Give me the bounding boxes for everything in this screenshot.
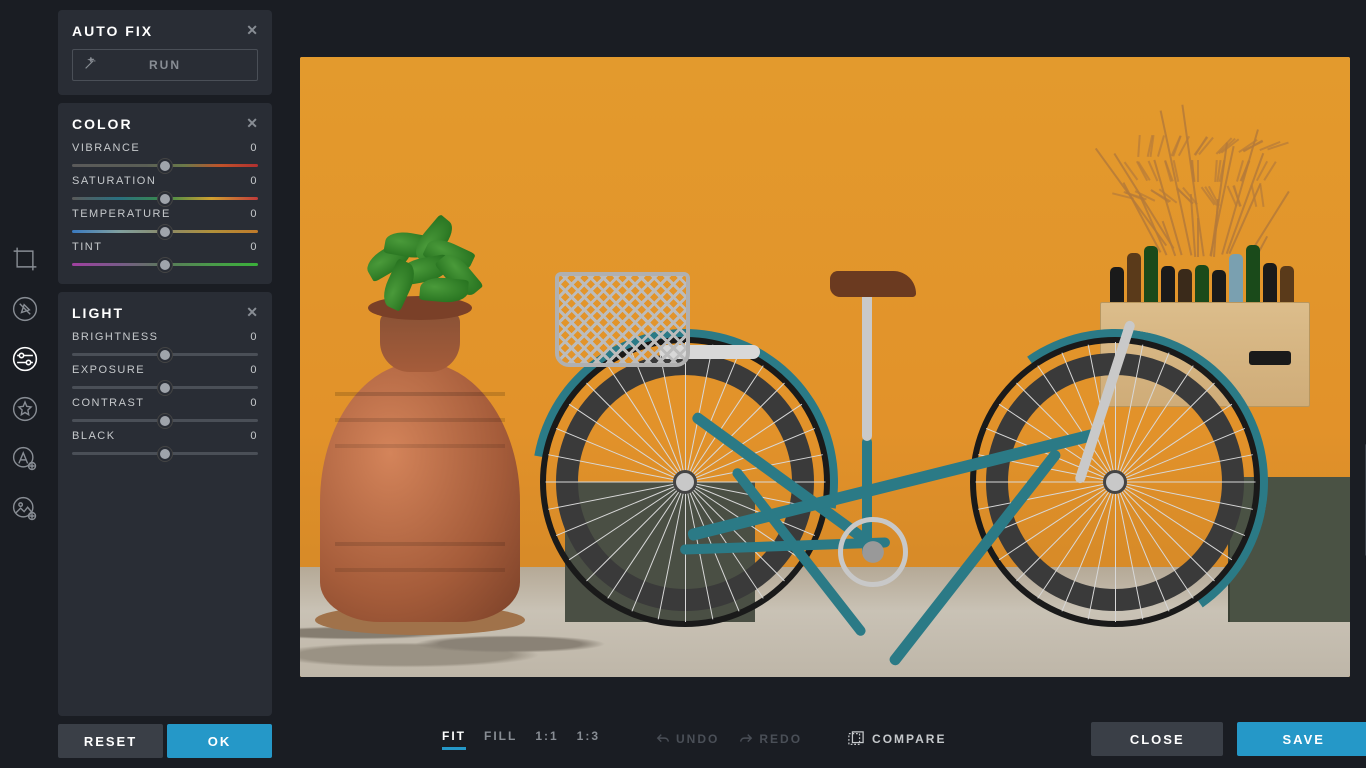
slider-black[interactable]: BLACK 0 — [72, 430, 258, 455]
panel-autofix-title: AUTO FIX — [72, 23, 153, 39]
panel-color-close[interactable]: ✕ — [246, 115, 258, 132]
slider-thumb[interactable] — [158, 192, 172, 206]
image-canvas[interactable] — [300, 57, 1350, 677]
main-area: FIT FILL 1:1 1:3 UNDO REDO COMPARE CLOSE… — [280, 0, 1366, 768]
side-panel: AUTO FIX ✕ RUN COLOR ✕ VIBRANCE 0 SATURAT… — [50, 0, 280, 768]
canvas-wrap — [280, 0, 1366, 710]
slider-thumb[interactable] — [158, 159, 172, 173]
slider-brightness[interactable]: BRIGHTNESS 0 — [72, 331, 258, 356]
slider-value: 0 — [250, 397, 258, 409]
slider-temperature[interactable]: TEMPERATURE 0 — [72, 208, 258, 233]
redo-button[interactable]: REDO — [739, 732, 802, 746]
panel-color: COLOR ✕ VIBRANCE 0 SATURATION 0 TEMPERATUR… — [58, 103, 272, 284]
slider-thumb[interactable] — [158, 447, 172, 461]
slider-thumb[interactable] — [158, 258, 172, 272]
slider-value: 0 — [250, 175, 258, 187]
slider-label: CONTRAST — [72, 397, 145, 409]
run-label: RUN — [149, 58, 181, 72]
slider-value: 0 — [250, 331, 258, 343]
zoom-1-1[interactable]: 1:1 — [535, 729, 558, 750]
rail-auto-fix[interactable] — [9, 293, 41, 325]
panel-autofix-close[interactable]: ✕ — [246, 22, 258, 39]
compare-button[interactable]: COMPARE — [848, 731, 946, 747]
reset-button[interactable]: RESET — [58, 724, 163, 758]
rail-crop[interactable] — [9, 243, 41, 275]
rail-adjust[interactable] — [9, 343, 41, 375]
panel-light: LIGHT ✕ BRIGHTNESS0 EXPOSURE0 CONTRAST0 … — [58, 292, 272, 716]
panel-light-title: LIGHT — [72, 305, 124, 321]
tool-rail — [0, 0, 50, 768]
side-footer: RESET OK — [58, 724, 272, 758]
slider-label: TEMPERATURE — [72, 208, 171, 220]
bottom-bar: FIT FILL 1:1 1:3 UNDO REDO COMPARE CLOSE… — [280, 710, 1366, 768]
slider-label: TINT — [72, 241, 102, 253]
slider-label: BLACK — [72, 430, 116, 442]
slider-saturation[interactable]: SATURATION 0 — [72, 175, 258, 200]
rail-text[interactable] — [9, 443, 41, 475]
slider-thumb[interactable] — [158, 381, 172, 395]
slider-value: 0 — [250, 364, 258, 376]
panel-autofix: AUTO FIX ✕ RUN — [58, 10, 272, 95]
slider-tint[interactable]: TINT 0 — [72, 241, 258, 266]
run-button[interactable]: RUN — [72, 49, 258, 81]
wand-icon — [83, 57, 97, 74]
slider-thumb[interactable] — [158, 414, 172, 428]
slider-value: 0 — [250, 430, 258, 442]
slider-value: 0 — [250, 142, 258, 154]
slider-label: VIBRANCE — [72, 142, 140, 154]
slider-value: 0 — [250, 208, 258, 220]
slider-contrast[interactable]: CONTRAST 0 — [72, 397, 258, 422]
ok-button[interactable]: OK — [167, 724, 272, 758]
slider-value: 0 — [250, 241, 258, 253]
slider-thumb[interactable] — [158, 348, 172, 362]
panel-color-title: COLOR — [72, 116, 133, 132]
slider-thumb[interactable] — [158, 225, 172, 239]
compare-icon — [848, 731, 864, 747]
slider-label: SATURATION — [72, 175, 156, 187]
save-button[interactable]: SAVE — [1237, 722, 1366, 756]
slider-label: EXPOSURE — [72, 364, 145, 376]
slider-vibrance[interactable]: VIBRANCE 0 — [72, 142, 258, 167]
zoom-group: FIT FILL 1:1 1:3 — [442, 729, 600, 750]
rail-effects[interactable] — [9, 393, 41, 425]
slider-exposure[interactable]: EXPOSURE 0 — [72, 364, 258, 389]
zoom-1-3[interactable]: 1:3 — [577, 729, 600, 750]
undo-button[interactable]: UNDO — [656, 732, 719, 746]
zoom-fill[interactable]: FILL — [484, 729, 517, 750]
rail-image[interactable] — [9, 493, 41, 525]
zoom-fit[interactable]: FIT — [442, 729, 466, 750]
panel-light-close[interactable]: ✕ — [246, 304, 258, 321]
close-button[interactable]: CLOSE — [1091, 722, 1224, 756]
slider-label: BRIGHTNESS — [72, 331, 159, 343]
history-group: UNDO REDO — [656, 732, 802, 746]
